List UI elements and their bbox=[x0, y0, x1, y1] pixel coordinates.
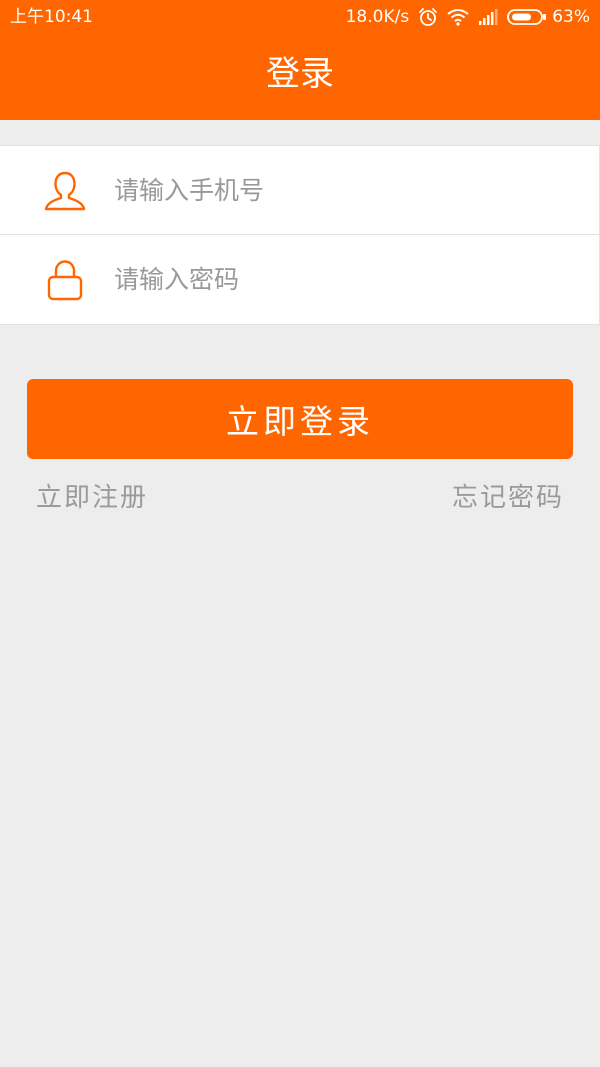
signal-icon bbox=[478, 9, 498, 25]
login-form bbox=[0, 145, 600, 325]
lock-icon bbox=[42, 257, 88, 303]
status-icons: 18.0K/s 63% bbox=[346, 5, 590, 29]
phone-input[interactable] bbox=[114, 168, 574, 212]
login-screen: 上午10:41 18.0K/s 63% 登录 请输入手机号 立即登录 立即注册 … bbox=[0, 0, 600, 1067]
status-bar: 上午10:41 18.0K/s 63% bbox=[0, 0, 600, 34]
network-speed: 18.0K/s bbox=[345, 7, 410, 27]
register-link[interactable]: 立即注册 bbox=[36, 478, 148, 518]
alarm-icon bbox=[418, 7, 438, 27]
login-button[interactable]: 立即登录 bbox=[27, 379, 573, 459]
page-title: 登录 bbox=[266, 54, 334, 94]
battery-percent: 63% bbox=[552, 7, 590, 27]
app-header: 上午10:41 18.0K/s 63% 登录 bbox=[0, 0, 600, 120]
status-time: 上午10:41 bbox=[10, 7, 93, 27]
user-icon bbox=[42, 168, 88, 214]
phone-row bbox=[0, 146, 599, 234]
battery-icon bbox=[507, 8, 547, 26]
wifi-icon bbox=[447, 8, 469, 26]
forgot-password-link[interactable]: 忘记密码 bbox=[452, 478, 564, 518]
password-input[interactable] bbox=[114, 257, 574, 301]
password-row bbox=[0, 235, 599, 323]
battery-indicator: 63% bbox=[507, 7, 590, 27]
